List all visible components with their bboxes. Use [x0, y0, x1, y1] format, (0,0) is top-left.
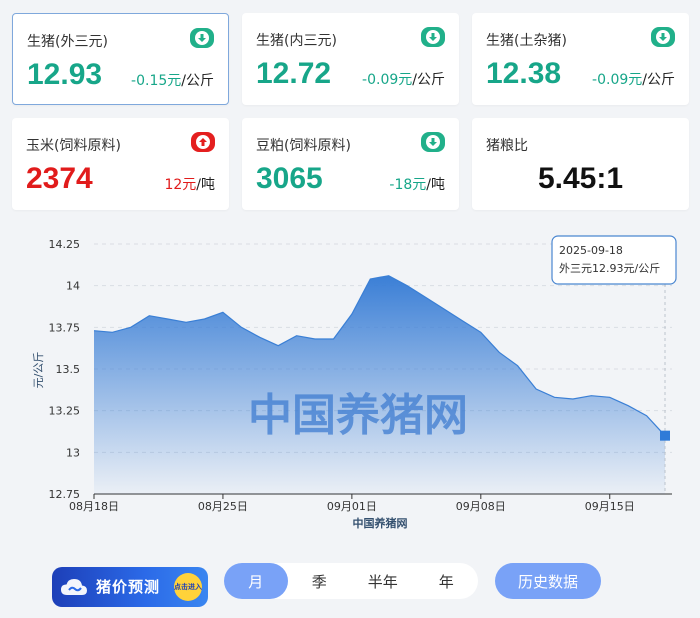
price-change: 12元/吨 [164, 174, 215, 194]
selected-point-marker[interactable] [660, 430, 670, 441]
card-title: 生猪(土杂猪) [486, 33, 567, 49]
tab-month[interactable]: 月 [224, 563, 288, 599]
down-arrow-icon [190, 28, 214, 48]
change-amount: -0.15元 [131, 73, 182, 89]
card-pig-grain-ratio[interactable]: 猪粮比 5.45:1 [472, 118, 689, 210]
y-tick-label: 13.25 [49, 405, 81, 418]
x-axis-label: 中国养猪网 [353, 516, 408, 530]
price-change: -0.09元/公斤 [362, 69, 445, 89]
x-tick-label: 09月01日 [327, 500, 377, 513]
price-value: 12.38 [486, 57, 562, 90]
card-title: 玉米(饲料原料) [26, 138, 121, 154]
y-tick-label: 14 [66, 280, 80, 293]
price-change: -0.15元/公斤 [131, 70, 214, 90]
tab-year[interactable]: 年 [415, 563, 479, 599]
watermark: 中国养猪网 [248, 390, 468, 441]
tab-quarter[interactable]: 季 [288, 563, 352, 599]
x-tick-label: 09月15日 [585, 500, 635, 513]
card-pig-neisanyuan[interactable]: 生猪(内三元) 12.72 -0.09元/公斤 [242, 13, 459, 105]
card-title: 生猪(内三元) [256, 33, 337, 49]
y-tick-label: 13 [66, 446, 80, 459]
price-value: 12.93 [27, 58, 103, 91]
tab-half-year[interactable]: 半年 [351, 563, 415, 599]
card-title: 猪粮比 [486, 138, 528, 154]
price-value: 3065 [256, 162, 323, 195]
change-unit: /吨 [196, 177, 215, 193]
cloud-icon [61, 579, 87, 595]
card-pig-waisanyuan[interactable]: 生猪(外三元) 12.93 -0.15元/公斤 [12, 13, 229, 105]
y-tick-label: 14.25 [49, 238, 81, 251]
price-change: -18元/吨 [389, 174, 445, 194]
change-unit: /吨 [426, 177, 445, 193]
card-corn[interactable]: 玉米(饲料原料) 2374 12元/吨 [12, 118, 229, 210]
x-tick-label: 08月18日 [69, 500, 119, 513]
change-amount: 12元 [164, 177, 197, 193]
change-amount: -18元 [389, 177, 427, 193]
up-arrow-icon [191, 132, 215, 152]
y-tick-label: 13.75 [49, 321, 81, 334]
tooltip-date: 2025-09-18 [559, 244, 623, 257]
period-tabs: 月 季 半年 年 [224, 563, 478, 599]
y-tick-label: 13.5 [56, 363, 81, 376]
price-area-chart[interactable]: 中国养猪网 12.751313.2513.513.751414.25 08月18… [0, 222, 700, 542]
price-forecast-button[interactable]: 猪价预测 点击进入 [52, 567, 208, 607]
change-unit: /公斤 [412, 72, 445, 88]
card-pig-tuzazhu[interactable]: 生猪(土杂猪) 12.38 -0.09元/公斤 [472, 13, 689, 105]
enter-badge: 点击进入 [174, 573, 202, 601]
card-soymeal[interactable]: 豆粕(饲料原料) 3065 -18元/吨 [242, 118, 459, 210]
card-title: 生猪(外三元) [27, 34, 108, 50]
down-arrow-icon [421, 27, 445, 47]
change-unit: /公斤 [642, 72, 675, 88]
down-arrow-icon [421, 132, 445, 152]
price-area [94, 275, 665, 494]
change-amount: -0.09元 [592, 72, 643, 88]
change-amount: -0.09元 [362, 72, 413, 88]
tooltip: 2025-09-18 外三元12.93元/公斤 [551, 235, 677, 285]
ratio-value: 5.45:1 [537, 162, 624, 195]
change-unit: /公斤 [181, 73, 214, 89]
forecast-label: 猪价预测 [96, 578, 161, 596]
y-axis-label: 元/公斤 [32, 352, 45, 389]
history-data-button[interactable]: 历史数据 [495, 563, 601, 599]
card-title: 豆粕(饲料原料) [256, 138, 351, 154]
price-change: -0.09元/公斤 [592, 69, 675, 89]
x-tick-label: 09月08日 [456, 500, 506, 513]
down-arrow-icon [651, 27, 675, 47]
x-tick-label: 08月25日 [198, 500, 248, 513]
tooltip-text: 外三元12.93元/公斤 [559, 262, 660, 275]
price-value: 12.72 [256, 57, 332, 90]
price-value: 2374 [26, 162, 93, 195]
